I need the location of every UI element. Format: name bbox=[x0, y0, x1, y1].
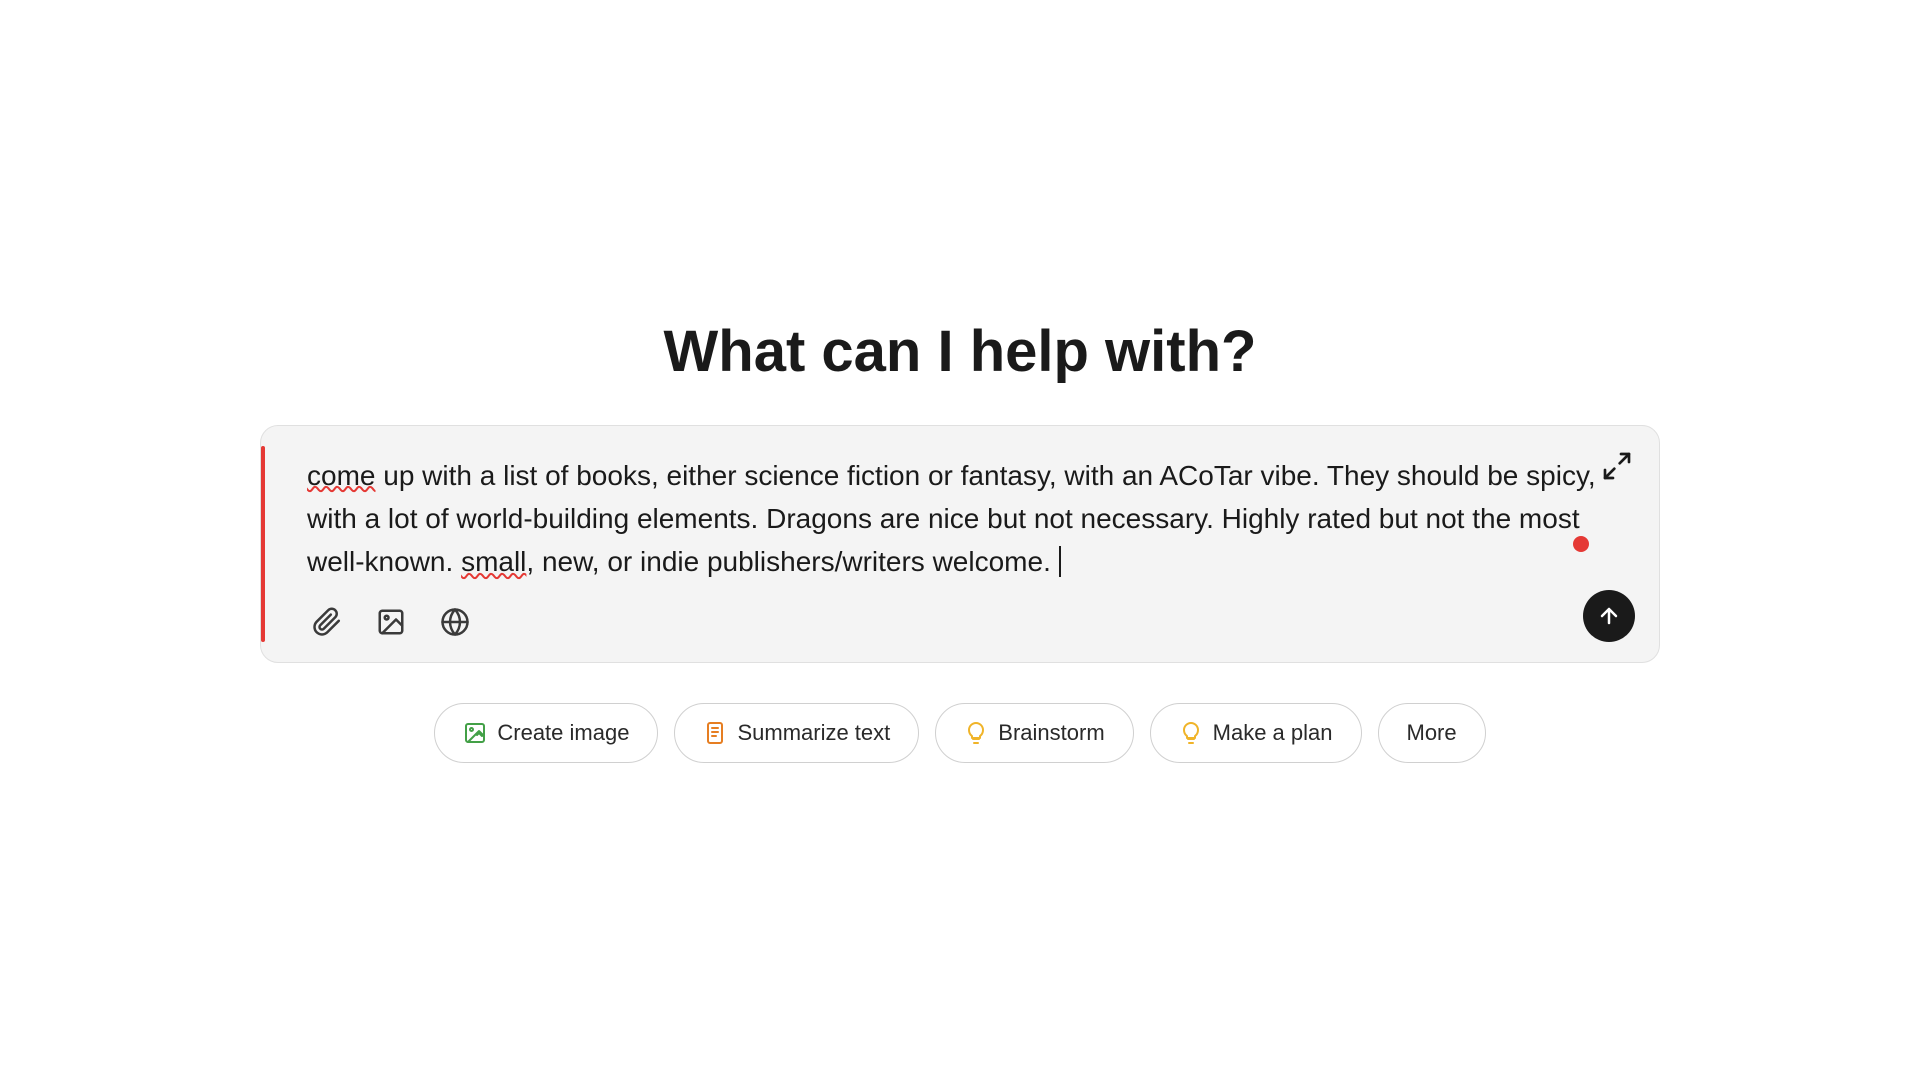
create-image-icon bbox=[463, 721, 487, 745]
main-container: What can I help with? come up with a lis… bbox=[260, 318, 1660, 763]
summarize-text-label: Summarize text bbox=[737, 720, 890, 746]
make-a-plan-button[interactable]: Make a plan bbox=[1150, 703, 1362, 763]
spell-error-small: small bbox=[461, 546, 526, 577]
make-a-plan-label: Make a plan bbox=[1213, 720, 1333, 746]
spell-error-come: come bbox=[307, 460, 375, 491]
bottom-toolbar bbox=[291, 594, 1629, 642]
attach-icon[interactable] bbox=[307, 602, 347, 642]
web-search-icon[interactable] bbox=[435, 602, 475, 642]
recording-indicator bbox=[1573, 536, 1589, 552]
more-button[interactable]: More bbox=[1378, 703, 1486, 763]
action-buttons: Create image Summarize text Brainstorm bbox=[434, 703, 1485, 763]
summarize-text-button[interactable]: Summarize text bbox=[674, 703, 919, 763]
send-button[interactable] bbox=[1583, 590, 1635, 642]
media-icon[interactable] bbox=[371, 602, 411, 642]
cursor bbox=[1059, 546, 1061, 577]
create-image-label: Create image bbox=[497, 720, 629, 746]
brainstorm-button[interactable]: Brainstorm bbox=[935, 703, 1133, 763]
toolbar-icons bbox=[307, 602, 475, 642]
summarize-icon bbox=[703, 721, 727, 745]
create-image-button[interactable]: Create image bbox=[434, 703, 658, 763]
input-wrapper: come up with a list of books, either sci… bbox=[260, 425, 1660, 663]
expand-icon[interactable] bbox=[1599, 448, 1635, 484]
page-title: What can I help with? bbox=[664, 318, 1257, 385]
more-label: More bbox=[1407, 720, 1457, 746]
input-text-content[interactable]: come up with a list of books, either sci… bbox=[291, 454, 1629, 594]
brainstorm-icon bbox=[964, 721, 988, 745]
plan-icon bbox=[1179, 721, 1203, 745]
brainstorm-label: Brainstorm bbox=[998, 720, 1104, 746]
left-accent-bar bbox=[261, 446, 265, 642]
